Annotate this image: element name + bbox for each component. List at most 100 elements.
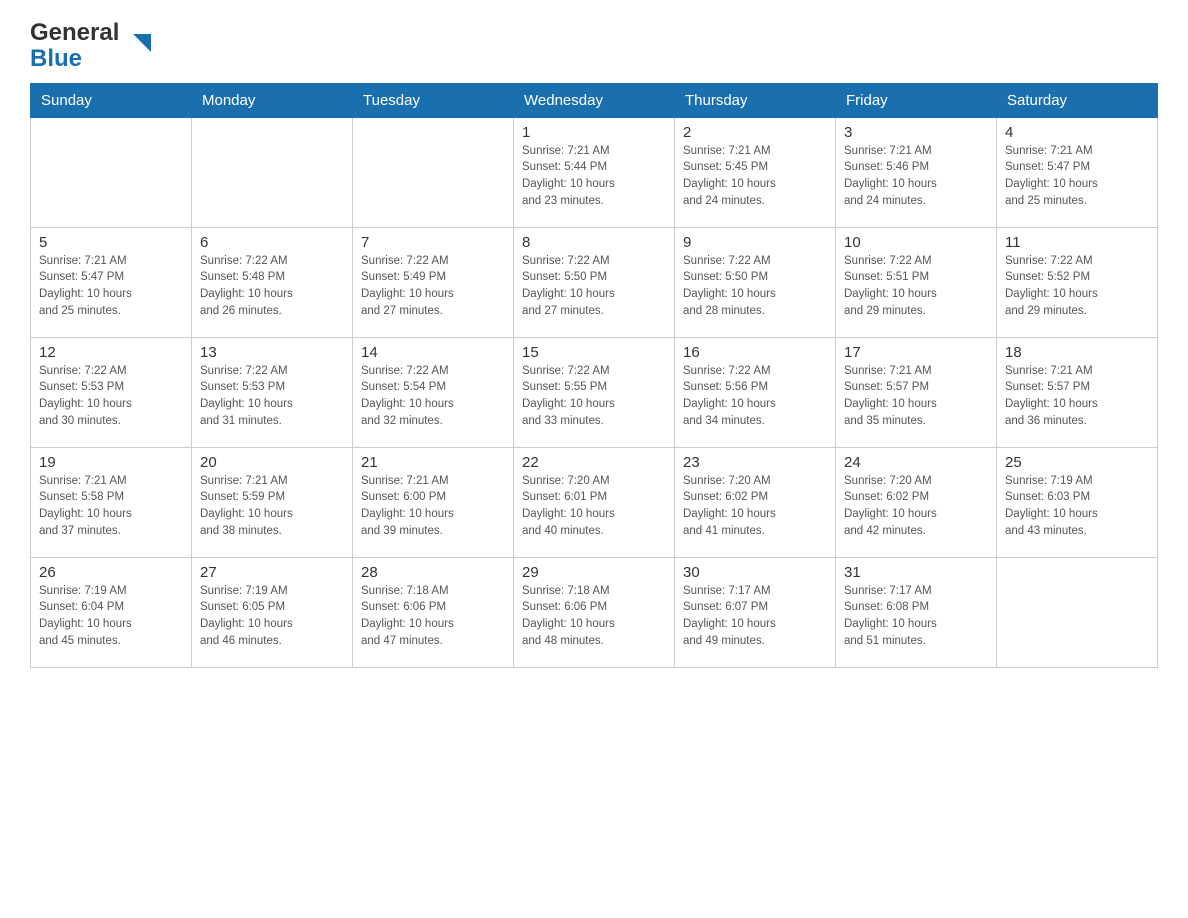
calendar-cell: 25 Sunrise: 7:19 AM Sunset: 6:03 PM Dayli…	[997, 447, 1158, 557]
calendar-cell: 5Sunrise: 7:21 AM Sunset: 5:47 PM Daylig…	[31, 227, 192, 337]
day-info: Sunrise: 7:22 AM Sunset: 5:54 PM Dayligh…	[361, 363, 505, 430]
logo-text-general: General	[30, 20, 119, 46]
day-number: 3	[844, 124, 988, 141]
header-day-wednesday: Wednesday	[514, 83, 675, 117]
day-number: 10	[844, 234, 988, 251]
header-day-monday: Monday	[192, 83, 353, 117]
day-number: 23	[683, 454, 827, 471]
day-number: 24	[844, 454, 988, 471]
calendar-cell: 9Sunrise: 7:22 AM Sunset: 5:50 PM Daylig…	[675, 227, 836, 337]
calendar-cell: 20 Sunrise: 7:21 AM Sunset: 5:59 PM Dayli…	[192, 447, 353, 557]
day-info: Sunrise: 7:22 AM Sunset: 5:51 PM Dayligh…	[844, 253, 988, 320]
day-info: Sunrise: 7:20 AM Sunset: 6:02 PM Dayligh…	[683, 473, 827, 540]
calendar-cell: 29 Sunrise: 7:18 AM Sunset: 6:06 PM Dayli…	[514, 557, 675, 667]
day-number: 7	[361, 234, 505, 251]
logo-arrow-svg	[133, 34, 151, 52]
calendar-cell: 31Sunrise: 7:17 AM Sunset: 6:08 PM Dayli…	[836, 557, 997, 667]
day-number: 11	[1005, 234, 1149, 251]
day-number: 30	[683, 564, 827, 581]
day-number: 18	[1005, 344, 1149, 361]
day-info: Sunrise: 7:21 AM Sunset: 5:45 PM Dayligh…	[683, 143, 827, 210]
day-info: Sunrise: 7:21 AM Sunset: 5:47 PM Dayligh…	[39, 253, 183, 320]
day-info: Sunrise: 7:19 AM Sunset: 6:05 PM Dayligh…	[200, 583, 344, 650]
calendar-table: SundayMondayTuesdayWednesdayThursdayFrid…	[30, 83, 1158, 668]
day-info: Sunrise: 7:21 AM Sunset: 5:59 PM Dayligh…	[200, 473, 344, 540]
day-number: 25	[1005, 454, 1149, 471]
week-row-2: 5Sunrise: 7:21 AM Sunset: 5:47 PM Daylig…	[31, 227, 1158, 337]
day-info: Sunrise: 7:21 AM Sunset: 6:00 PM Dayligh…	[361, 473, 505, 540]
day-info: Sunrise: 7:21 AM Sunset: 5:57 PM Dayligh…	[1005, 363, 1149, 430]
calendar-cell	[192, 117, 353, 227]
week-row-5: 26 Sunrise: 7:19 AM Sunset: 6:04 PM Dayli…	[31, 557, 1158, 667]
page-header: General Blue	[30, 20, 1158, 73]
day-number: 12	[39, 344, 183, 361]
day-info: Sunrise: 7:21 AM Sunset: 5:58 PM Dayligh…	[39, 473, 183, 540]
day-number: 8	[522, 234, 666, 251]
calendar-cell: 13 Sunrise: 7:22 AM Sunset: 5:53 PM Dayli…	[192, 337, 353, 447]
calendar-cell: 28 Sunrise: 7:18 AM Sunset: 6:06 PM Dayli…	[353, 557, 514, 667]
header-day-saturday: Saturday	[997, 83, 1158, 117]
week-row-4: 19Sunrise: 7:21 AM Sunset: 5:58 PM Dayli…	[31, 447, 1158, 557]
calendar-cell: 10 Sunrise: 7:22 AM Sunset: 5:51 PM Dayli…	[836, 227, 997, 337]
calendar-cell: 23 Sunrise: 7:20 AM Sunset: 6:02 PM Dayli…	[675, 447, 836, 557]
day-info: Sunrise: 7:21 AM Sunset: 5:46 PM Dayligh…	[844, 143, 988, 210]
calendar-cell: 11 Sunrise: 7:22 AM Sunset: 5:52 PM Dayli…	[997, 227, 1158, 337]
calendar-cell: 6Sunrise: 7:22 AM Sunset: 5:48 PM Daylig…	[192, 227, 353, 337]
header-day-tuesday: Tuesday	[353, 83, 514, 117]
day-number: 27	[200, 564, 344, 581]
day-number: 1	[522, 124, 666, 141]
day-number: 22	[522, 454, 666, 471]
day-number: 6	[200, 234, 344, 251]
header-day-thursday: Thursday	[675, 83, 836, 117]
calendar-cell: 15 Sunrise: 7:22 AM Sunset: 5:55 PM Dayli…	[514, 337, 675, 447]
day-number: 20	[200, 454, 344, 471]
calendar-cell: 4 Sunrise: 7:21 AM Sunset: 5:47 PM Daylig…	[997, 117, 1158, 227]
day-info: Sunrise: 7:22 AM Sunset: 5:52 PM Dayligh…	[1005, 253, 1149, 320]
calendar-cell: 1 Sunrise: 7:21 AM Sunset: 5:44 PM Daylig…	[514, 117, 675, 227]
calendar-cell: 24 Sunrise: 7:20 AM Sunset: 6:02 PM Dayli…	[836, 447, 997, 557]
calendar-cell: 21Sunrise: 7:21 AM Sunset: 6:00 PM Dayli…	[353, 447, 514, 557]
day-number: 15	[522, 344, 666, 361]
day-number: 9	[683, 234, 827, 251]
day-number: 26	[39, 564, 183, 581]
day-info: Sunrise: 7:22 AM Sunset: 5:55 PM Dayligh…	[522, 363, 666, 430]
calendar-cell: 18 Sunrise: 7:21 AM Sunset: 5:57 PM Dayli…	[997, 337, 1158, 447]
week-row-1: 1 Sunrise: 7:21 AM Sunset: 5:44 PM Daylig…	[31, 117, 1158, 227]
day-number: 31	[844, 564, 988, 581]
logo-text-blue: Blue	[30, 45, 82, 72]
calendar-cell	[997, 557, 1158, 667]
day-info: Sunrise: 7:18 AM Sunset: 6:06 PM Dayligh…	[361, 583, 505, 650]
day-number: 16	[683, 344, 827, 361]
calendar-cell: 8 Sunrise: 7:22 AM Sunset: 5:50 PM Daylig…	[514, 227, 675, 337]
day-info: Sunrise: 7:20 AM Sunset: 6:02 PM Dayligh…	[844, 473, 988, 540]
day-info: Sunrise: 7:19 AM Sunset: 6:03 PM Dayligh…	[1005, 473, 1149, 540]
calendar-cell	[353, 117, 514, 227]
day-number: 28	[361, 564, 505, 581]
calendar-cell: 2 Sunrise: 7:21 AM Sunset: 5:45 PM Daylig…	[675, 117, 836, 227]
day-info: Sunrise: 7:17 AM Sunset: 6:07 PM Dayligh…	[683, 583, 827, 650]
day-info: Sunrise: 7:22 AM Sunset: 5:53 PM Dayligh…	[200, 363, 344, 430]
day-info: Sunrise: 7:18 AM Sunset: 6:06 PM Dayligh…	[522, 583, 666, 650]
calendar-cell: 14 Sunrise: 7:22 AM Sunset: 5:54 PM Dayli…	[353, 337, 514, 447]
calendar-header-row: SundayMondayTuesdayWednesdayThursdayFrid…	[31, 83, 1158, 117]
calendar-cell: 27 Sunrise: 7:19 AM Sunset: 6:05 PM Dayli…	[192, 557, 353, 667]
day-info: Sunrise: 7:22 AM Sunset: 5:50 PM Dayligh…	[522, 253, 666, 320]
calendar-cell: 30 Sunrise: 7:17 AM Sunset: 6:07 PM Dayli…	[675, 557, 836, 667]
day-info: Sunrise: 7:21 AM Sunset: 5:44 PM Dayligh…	[522, 143, 666, 210]
calendar-cell: 7Sunrise: 7:22 AM Sunset: 5:49 PM Daylig…	[353, 227, 514, 337]
day-info: Sunrise: 7:20 AM Sunset: 6:01 PM Dayligh…	[522, 473, 666, 540]
day-number: 4	[1005, 124, 1149, 141]
day-number: 29	[522, 564, 666, 581]
calendar-cell: 19Sunrise: 7:21 AM Sunset: 5:58 PM Dayli…	[31, 447, 192, 557]
day-number: 13	[200, 344, 344, 361]
day-info: Sunrise: 7:19 AM Sunset: 6:04 PM Dayligh…	[39, 583, 183, 650]
calendar-cell: 17Sunrise: 7:21 AM Sunset: 5:57 PM Dayli…	[836, 337, 997, 447]
calendar-cell: 16Sunrise: 7:22 AM Sunset: 5:56 PM Dayli…	[675, 337, 836, 447]
day-number: 2	[683, 124, 827, 141]
day-info: Sunrise: 7:21 AM Sunset: 5:47 PM Dayligh…	[1005, 143, 1149, 210]
calendar-cell: 26 Sunrise: 7:19 AM Sunset: 6:04 PM Dayli…	[31, 557, 192, 667]
calendar-cell	[31, 117, 192, 227]
calendar-cell: 3 Sunrise: 7:21 AM Sunset: 5:46 PM Daylig…	[836, 117, 997, 227]
logo-container: General Blue	[30, 20, 133, 73]
day-number: 14	[361, 344, 505, 361]
